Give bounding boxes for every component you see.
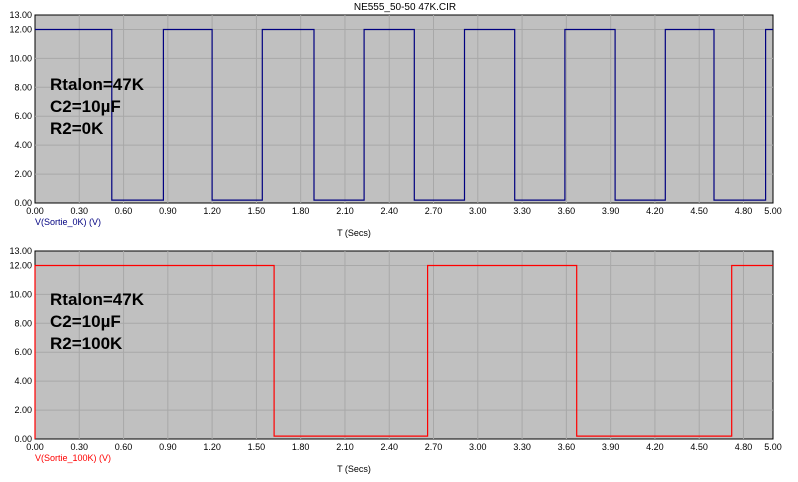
y-tick-label: 0.00 (14, 434, 32, 444)
x-tick-label: 1.50 (248, 442, 266, 452)
plot-panel-bottom: 0.00 0.30 0.60 0.90 1.20 1.50 1.80 2.10 2.40 2.70… (9, 246, 781, 474)
x-tick-label: 2.10 (336, 206, 354, 216)
annotation-top: Rtalon=47K C2=10µF R2=0K (50, 74, 144, 140)
x-tick-label: 3.90 (602, 206, 620, 216)
plot-area (34, 14, 774, 204)
x-tick-label: 4.80 (735, 206, 753, 216)
x-tick-label: 3.00 (469, 206, 487, 216)
x-tick-label: 1.50 (248, 206, 266, 216)
y-tick-label: 12.00 (9, 260, 32, 270)
x-tick-label: 1.20 (203, 206, 221, 216)
y-tick-label: 6.00 (14, 347, 32, 357)
series-legend-label: V(Sortie_0K) (V) (35, 217, 101, 227)
x-tick-label: 5.00 (764, 442, 782, 452)
y-tick-label: 2.00 (14, 169, 32, 179)
y-tick-label: 8.00 (14, 318, 32, 328)
x-tick-label: 1.80 (292, 442, 310, 452)
x-tick-label: 3.30 (513, 206, 531, 216)
annotation-line: C2=10µF (50, 97, 121, 116)
x-tick-label: 3.90 (602, 442, 620, 452)
x-tick-label: 3.00 (469, 442, 487, 452)
plot-stage: NE555_50-50 47K.CIR 0.00 0.30 0.60 0.90 1.20… (9, 2, 782, 474)
x-tick-label: 3.30 (513, 442, 531, 452)
y-tick-label: 13.00 (9, 10, 32, 20)
series-legend-label: V(Sortie_100K) (V) (35, 453, 111, 463)
x-axis-label: T (Secs) (337, 228, 371, 238)
x-tick-label: 0.30 (71, 442, 89, 452)
x-tick-label: 0.30 (71, 206, 89, 216)
y-tick-label: 8.00 (14, 82, 32, 92)
x-tick-label: 4.20 (646, 206, 664, 216)
x-tick-label: 3.60 (558, 442, 576, 452)
x-tick-label: 2.70 (425, 206, 443, 216)
y-tick-label: 4.00 (14, 140, 32, 150)
plot-area (34, 250, 774, 440)
y-tick-label: 4.00 (14, 376, 32, 386)
annotation-line: C2=10µF (50, 312, 121, 331)
x-tick-label: 0.90 (159, 442, 177, 452)
x-tick-label: 0.90 (159, 206, 177, 216)
x-tick-label: 2.70 (425, 442, 443, 452)
x-tick-label: 1.20 (203, 442, 221, 452)
x-axis-label: T (Secs) (337, 464, 371, 474)
y-tick-label: 12.00 (9, 24, 32, 34)
y-tick-label: 2.00 (14, 405, 32, 415)
annotation-bottom: Rtalon=47K C2=10µF R2=100K (50, 289, 144, 355)
x-tick-label: 3.60 (558, 206, 576, 216)
y-tick-label: 10.00 (9, 53, 32, 63)
annotation-line: Rtalon=47K (50, 290, 144, 309)
x-tick-label: 2.40 (380, 442, 398, 452)
x-tick-label: 1.80 (292, 206, 310, 216)
x-tick-label: 4.50 (690, 442, 708, 452)
x-tick-label: 4.50 (690, 206, 708, 216)
x-tick-label: 2.40 (380, 206, 398, 216)
y-tick-label: 10.00 (9, 289, 32, 299)
annotation-line: R2=100K (50, 334, 123, 353)
annotation-line: R2=0K (50, 119, 104, 138)
y-tick-label: 13.00 (9, 246, 32, 256)
plot-title: NE555_50-50 47K.CIR (354, 2, 456, 13)
x-tick-label: 4.80 (735, 442, 753, 452)
annotation-line: Rtalon=47K (50, 75, 144, 94)
x-tick-label: 2.10 (336, 442, 354, 452)
x-tick-label: 0.60 (115, 442, 133, 452)
x-tick-label: 0.60 (115, 206, 133, 216)
y-tick-label: 0.00 (14, 198, 32, 208)
y-tick-label: 6.00 (14, 111, 32, 121)
x-tick-label: 4.20 (646, 442, 664, 452)
x-tick-label: 5.00 (764, 206, 782, 216)
